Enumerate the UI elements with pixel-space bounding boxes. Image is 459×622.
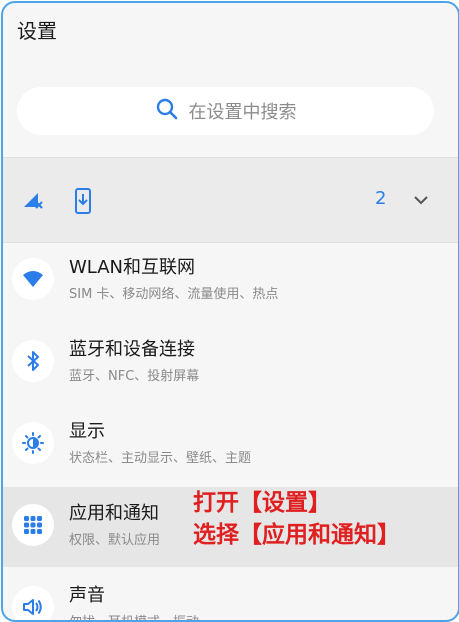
phone-download-icon[interactable] bbox=[73, 188, 93, 218]
sim-count: 2 bbox=[375, 188, 387, 209]
speaker-icon bbox=[12, 586, 54, 620]
item-subtitle: SIM 卡、移动网络、流量使用、热点 bbox=[69, 287, 279, 302]
item-title: 应用和通知 bbox=[69, 503, 159, 524]
item-subtitle: 勿扰、耳机模式、振动 bbox=[69, 611, 199, 620]
item-title: 蓝牙和设备连接 bbox=[69, 339, 195, 360]
signal-off-icon[interactable] bbox=[21, 188, 45, 216]
settings-item-sound[interactable]: 声音 勿扰、耳机模式、振动 bbox=[3, 569, 458, 620]
settings-item-bluetooth[interactable]: 蓝牙和设备连接 蓝牙、NFC、投射屏幕 bbox=[3, 323, 458, 403]
annotation-line-2: 选择【应用和通知】 bbox=[193, 522, 400, 548]
wifi-icon bbox=[12, 258, 54, 300]
item-subtitle: 权限、默认应用 bbox=[69, 533, 161, 548]
search-icon bbox=[155, 97, 179, 125]
item-subtitle: 蓝牙、NFC、投射屏幕 bbox=[69, 369, 200, 384]
quick-status-bar: 2 bbox=[3, 157, 458, 243]
search-bar[interactable]: 在设置中搜索 bbox=[17, 87, 434, 135]
item-subtitle: 状态栏、主动显示、壁纸、主题 bbox=[69, 451, 252, 466]
annotation-line-1: 打开【设置】 bbox=[193, 490, 331, 516]
settings-screen: 设置 在设置中搜索 2 WLAN和互联网 SIM 卡、移动网络、流量使用、热点 … bbox=[1, 1, 459, 622]
search-placeholder: 在设置中搜索 bbox=[188, 102, 297, 123]
apps-grid-icon bbox=[12, 504, 54, 546]
item-title: WLAN和互联网 bbox=[69, 257, 196, 278]
brightness-icon bbox=[12, 422, 54, 464]
item-title: 显示 bbox=[69, 421, 105, 442]
settings-item-display[interactable]: 显示 状态栏、主动显示、壁纸、主题 bbox=[3, 405, 458, 485]
settings-item-wlan[interactable]: WLAN和互联网 SIM 卡、移动网络、流量使用、热点 bbox=[3, 241, 458, 321]
item-title: 声音 bbox=[69, 585, 105, 606]
bluetooth-icon bbox=[12, 340, 54, 382]
page-title: 设置 bbox=[17, 19, 57, 43]
chevron-down-icon[interactable] bbox=[411, 192, 431, 212]
